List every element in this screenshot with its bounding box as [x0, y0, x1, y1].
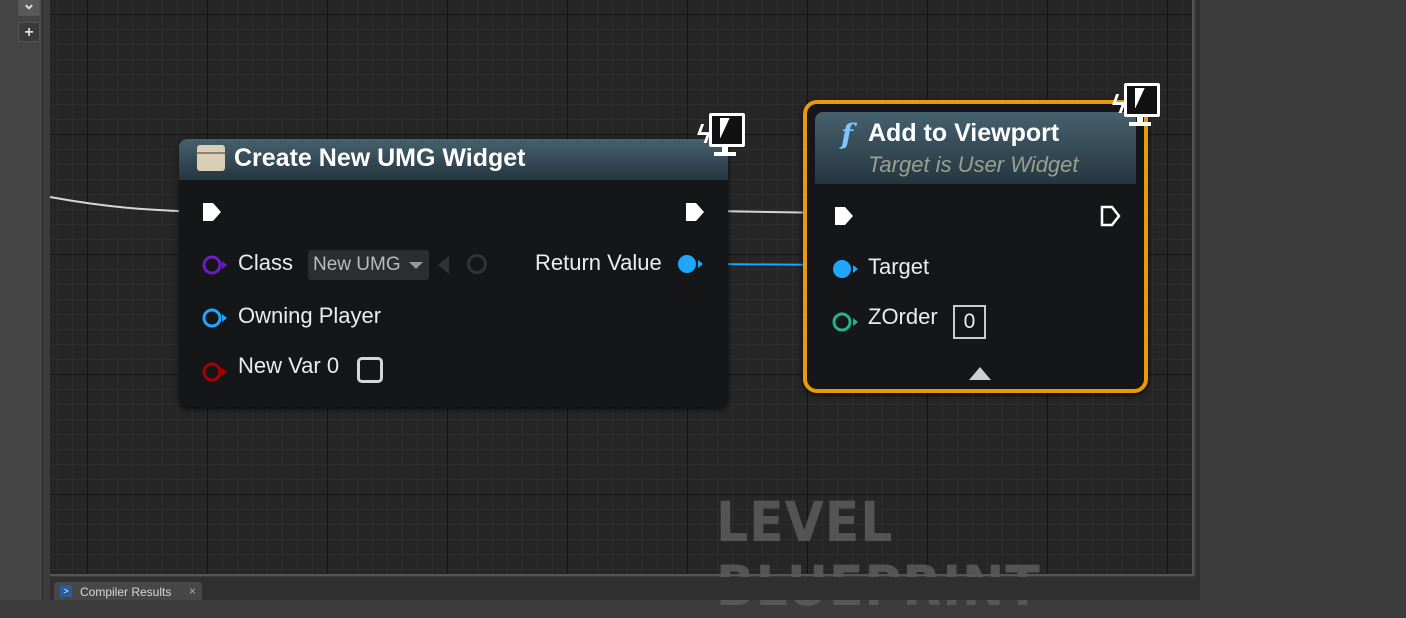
right-details-panel	[1196, 0, 1406, 600]
collapse-button[interactable]: ⌄	[18, 0, 40, 16]
node-header: Create New UMG Widget	[179, 139, 728, 180]
create-widget-node[interactable]: Create New UMG Widget Class New UMG Owni…	[179, 139, 728, 407]
left-panel-strip: ⌄ +	[0, 0, 43, 600]
node-title: Add to Viewport	[868, 119, 1060, 147]
new-var-label: New Var 0	[238, 353, 340, 378]
widget-blueprint-icon	[197, 145, 225, 171]
exec-out-pin[interactable]	[1100, 205, 1122, 227]
target-label: Target	[868, 254, 930, 279]
close-icon[interactable]: ×	[189, 582, 196, 600]
add-button[interactable]: +	[18, 22, 40, 42]
use-selected-arrow-icon[interactable]	[438, 256, 449, 274]
bottom-tab-bar	[50, 577, 1196, 600]
advanced-expand-arrow-icon[interactable]	[969, 367, 991, 380]
zorder-pin[interactable]	[831, 311, 863, 333]
exec-out-pin[interactable]	[684, 201, 706, 223]
target-pin[interactable]	[831, 258, 863, 280]
browse-search-icon[interactable]	[467, 254, 487, 274]
compiler-results-icon: >	[60, 585, 72, 597]
node-subtitle: Target is User Widget	[868, 152, 1079, 177]
zorder-label: ZOrder	[868, 304, 938, 329]
zorder-input[interactable]: 0	[953, 305, 986, 339]
compiler-results-tab[interactable]: > Compiler Results ×	[54, 582, 202, 600]
client-only-monitor-icon: ϟ	[1112, 83, 1160, 129]
exec-in-pin[interactable]	[201, 201, 223, 223]
function-icon: f	[841, 118, 854, 151]
class-pin[interactable]	[201, 254, 231, 276]
tab-label: Compiler Results	[80, 585, 172, 599]
class-dropdown-value: New UMG	[313, 254, 401, 275]
owning-player-pin[interactable]	[201, 307, 231, 329]
owning-player-label: Owning Player	[238, 303, 382, 328]
add-to-viewport-node[interactable]: f Add to Viewport Target is User Widget …	[803, 100, 1148, 393]
return-value-pin[interactable]	[676, 253, 708, 275]
exec-in-pin[interactable]	[833, 205, 855, 227]
return-value-label: Return Value	[535, 250, 662, 275]
class-dropdown[interactable]: New UMG	[308, 250, 429, 280]
new-var-pin[interactable]	[201, 361, 231, 383]
node-header: f Add to Viewport Target is User Widget	[815, 112, 1136, 184]
chevron-down-icon	[409, 262, 423, 269]
client-only-monitor-icon: ϟ	[697, 113, 745, 159]
node-title: Create New UMG Widget	[234, 144, 526, 172]
class-label: Class	[238, 250, 294, 275]
new-var-checkbox[interactable]	[357, 357, 383, 383]
